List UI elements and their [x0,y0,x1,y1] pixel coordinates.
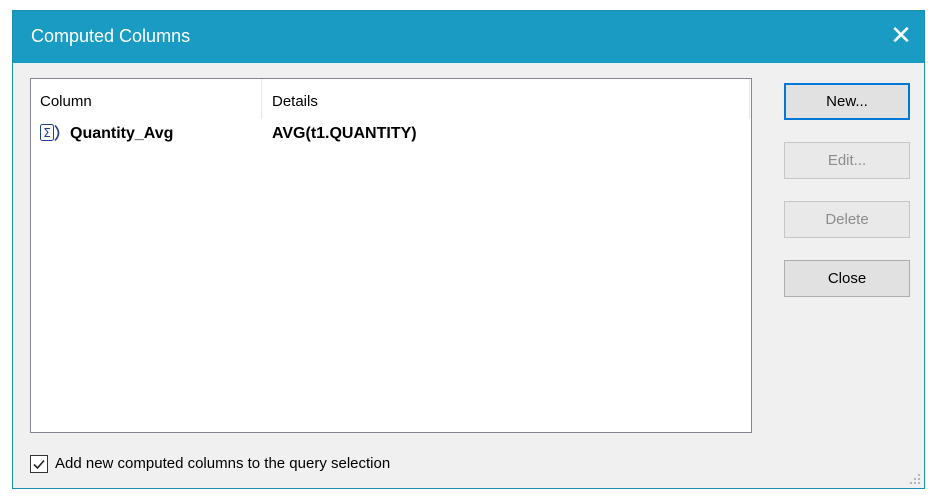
close-button[interactable]: Close [784,260,910,297]
add-to-selection-checkbox[interactable] [30,455,48,473]
new-button[interactable]: New... [784,83,910,120]
checkmark-icon [33,459,45,470]
dialog-title: Computed Columns [31,26,191,46]
list-header: Column Details [31,79,751,119]
computed-column-name: Quantity_Avg [70,125,174,142]
list-item[interactable]: Σ Quantity_Avg AVG(t1.QUANTITY) [31,119,751,149]
computed-columns-list[interactable]: Column Details Σ Quantity_Avg AVG(t1.QUA… [30,78,752,433]
sigma-icon: Σ [40,124,60,142]
resize-grip-icon[interactable] [909,473,921,485]
svg-text:Σ: Σ [43,126,51,140]
header-divider[interactable] [749,79,750,119]
header-divider[interactable] [261,79,262,119]
title-bar[interactable]: Computed Columns ✕ [13,11,924,63]
column-header-details[interactable]: Details [272,93,318,110]
edit-button[interactable]: Edit... [784,142,910,179]
add-to-selection-label: Add new computed columns to the query se… [55,455,391,472]
column-header-column[interactable]: Column [40,93,92,110]
delete-button[interactable]: Delete [784,201,910,238]
computed-columns-dialog: Computed Columns ✕ Column Details Σ Quan… [12,10,925,489]
computed-column-details: AVG(t1.QUANTITY) [272,125,417,142]
close-icon[interactable]: ✕ [878,11,924,63]
